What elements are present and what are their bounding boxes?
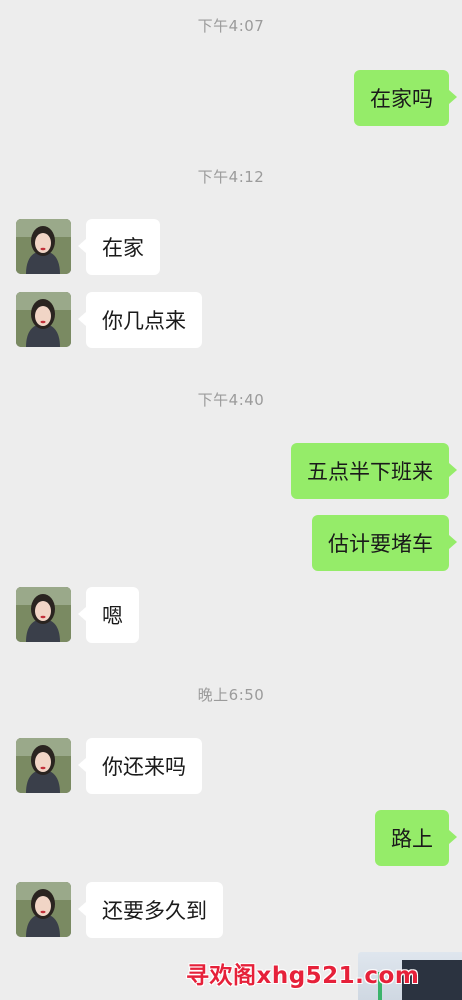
avatar[interactable] bbox=[16, 219, 71, 274]
message-bubble-incoming[interactable]: 你几点来 bbox=[78, 292, 202, 348]
message-text: 五点半下班来 bbox=[307, 460, 433, 484]
message-text: 估计要堵车 bbox=[328, 532, 433, 556]
avatar[interactable] bbox=[16, 292, 71, 347]
avatar-image bbox=[16, 292, 71, 347]
message-text: 嗯 bbox=[102, 604, 123, 628]
message-bubble-incoming[interactable]: 还要多久到 bbox=[78, 882, 223, 938]
message-text: 在家 bbox=[102, 236, 144, 260]
avatar[interactable] bbox=[16, 882, 71, 937]
avatar-image bbox=[16, 882, 71, 937]
message-bubble-outgoing[interactable]: 在家吗 bbox=[354, 70, 457, 126]
timestamp: 晚上6:50 bbox=[197, 686, 265, 704]
message-bubble-outgoing[interactable]: 路上 bbox=[375, 810, 457, 866]
avatar[interactable] bbox=[16, 738, 71, 793]
timestamp: 下午4:07 bbox=[197, 17, 265, 35]
message-bubble-incoming[interactable]: 嗯 bbox=[78, 587, 139, 643]
message-text: 在家吗 bbox=[370, 87, 433, 111]
avatar[interactable] bbox=[16, 587, 71, 642]
message-bubble-outgoing[interactable]: 估计要堵车 bbox=[312, 515, 457, 571]
message-text: 路上 bbox=[391, 827, 433, 851]
avatar-image bbox=[16, 738, 71, 793]
message-bubble-incoming[interactable]: 你还来吗 bbox=[78, 738, 202, 794]
avatar-image bbox=[16, 219, 71, 274]
timestamp: 下午4:12 bbox=[197, 168, 265, 186]
message-text: 你几点来 bbox=[102, 309, 186, 333]
message-bubble-outgoing[interactable]: 五点半下班来 bbox=[291, 443, 457, 499]
message-text: 还要多久到 bbox=[102, 899, 207, 923]
watermark: 寻欢阁xhg521.com bbox=[186, 963, 420, 989]
avatar-image bbox=[16, 587, 71, 642]
message-text: 你还来吗 bbox=[102, 755, 186, 779]
timestamp: 下午4:40 bbox=[197, 391, 265, 409]
message-bubble-incoming[interactable]: 在家 bbox=[78, 219, 160, 275]
